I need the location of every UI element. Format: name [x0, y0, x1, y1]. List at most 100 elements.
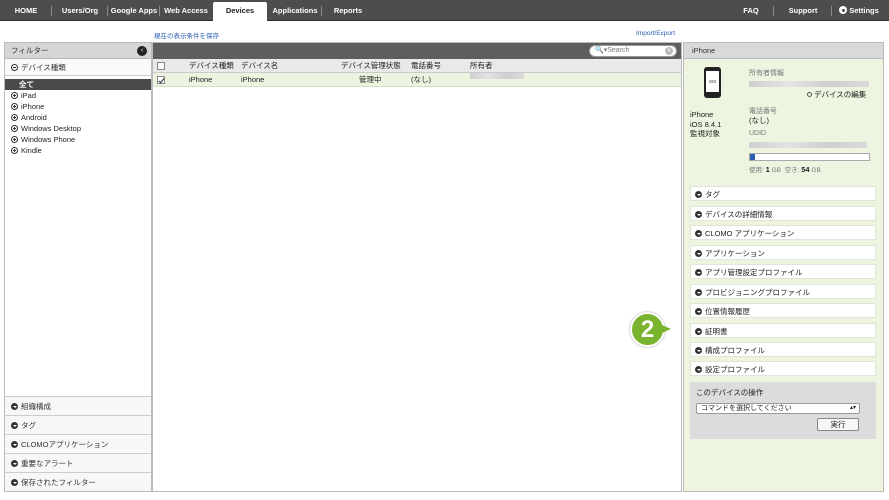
section-config-profile[interactable]: 構成プロファイル	[690, 342, 876, 357]
cell-phone-number: (なし)	[411, 75, 431, 84]
section-app-config-profile[interactable]: アプリ管理設定プロファイル	[690, 264, 876, 279]
section-label: デバイスの詳細情報	[705, 210, 773, 219]
blurred-owner	[470, 73, 524, 79]
saved-filter-section[interactable]: 保存されたフィルター	[5, 472, 151, 491]
section-tag[interactable]: タグ	[690, 186, 876, 201]
section-label: 重要なアラート	[21, 459, 74, 468]
device-type-kindle[interactable]: Kindle	[5, 145, 151, 156]
faq-link[interactable]: FAQ	[728, 0, 774, 21]
section-label: 構成プロファイル	[705, 346, 765, 355]
col-device-type[interactable]: デバイス種類	[189, 59, 234, 73]
device-type-label: Windows Phone	[21, 135, 76, 144]
tab-users-org[interactable]: Users/Org	[52, 0, 108, 21]
supervised-status: 監視対象	[690, 129, 720, 138]
top-nav: HOME Users/Org Google Apps Web Access De…	[0, 0, 889, 22]
device-type-iphone[interactable]: iPhone	[5, 101, 151, 112]
edit-device-link[interactable]: デバイスの編集	[807, 89, 866, 100]
device-type-label: Android	[21, 113, 47, 122]
section-settings-profile[interactable]: 設定プロファイル	[690, 361, 876, 376]
device-operations: このデバイスの操作 コマンドを選択してください ▴▾ 実行	[690, 382, 876, 439]
select-all-checkbox[interactable]	[157, 62, 165, 70]
chevron-down-icon	[11, 441, 18, 448]
table-row[interactable]: iPhone iPhone 管理中 (なし)	[153, 73, 681, 87]
used-value: 1	[765, 165, 770, 174]
settings-link[interactable]: Settings	[832, 0, 886, 21]
chevron-down-icon	[695, 211, 702, 218]
device-type-windows-phone[interactable]: Windows Phone	[5, 134, 151, 145]
tab-google-apps[interactable]: Google Apps	[108, 0, 160, 21]
device-type-label: iPad	[21, 91, 37, 100]
section-label: 位置情報履歴	[705, 307, 750, 316]
section-device-details[interactable]: デバイスの詳細情報	[690, 206, 876, 221]
device-type-android[interactable]: Android	[5, 112, 151, 123]
section-label: タグ	[705, 190, 720, 199]
chevron-down-icon	[11, 422, 18, 429]
import-export-link[interactable]: Import/Export	[636, 30, 675, 37]
filter-title: フィルター	[11, 46, 49, 55]
device-type-label: Kindle	[21, 146, 42, 155]
gear-icon	[839, 6, 848, 14]
section-certificates[interactable]: 証明書	[690, 323, 876, 338]
collapse-circle-icon	[11, 64, 18, 71]
filter-header: フィルター ‹	[5, 43, 151, 59]
col-phone-number[interactable]: 電話番号	[411, 59, 441, 73]
section-clomo-apps[interactable]: CLOMO アプリケーション	[690, 225, 876, 240]
command-select-value: コマンドを選択してください	[701, 405, 792, 412]
section-provisioning-profile[interactable]: プロビジョニングプロファイル	[690, 284, 876, 299]
section-label: CLOMO アプリケーション	[705, 229, 795, 238]
command-select[interactable]: コマンドを選択してください ▴▾	[696, 403, 860, 414]
storage-usage: 使用: 1 GB 空き: 54 GB	[749, 164, 821, 174]
expand-circle-icon	[11, 114, 18, 121]
used-unit: GB	[771, 167, 782, 174]
tab-reports[interactable]: Reports	[322, 0, 374, 21]
search-input[interactable]: 🔍▾Search ×	[589, 45, 677, 57]
device-type-header: デバイス種類	[21, 63, 66, 72]
section-applications[interactable]: アプリケーション	[690, 245, 876, 260]
udid-value	[749, 140, 867, 149]
alert-section[interactable]: 重要なアラート	[5, 453, 151, 472]
storage-bar-fill	[750, 154, 755, 160]
chevron-down-icon	[695, 250, 702, 257]
support-link[interactable]: Support	[774, 0, 832, 21]
edit-device-label: デバイスの編集	[814, 90, 867, 99]
chevron-down-icon	[695, 289, 702, 296]
clear-search-icon[interactable]: ×	[665, 47, 673, 55]
save-view-link[interactable]: 現在の表示条件を保存	[154, 30, 219, 40]
phone-screen-label: iOS	[706, 71, 719, 92]
expand-circle-icon	[11, 136, 18, 143]
tag-section[interactable]: タグ	[5, 415, 151, 434]
tab-home[interactable]: HOME	[0, 0, 52, 21]
owner-value	[749, 79, 869, 88]
device-type-windows-desktop[interactable]: Windows Desktop	[5, 123, 151, 134]
expand-circle-icon	[11, 103, 18, 110]
tab-web-access[interactable]: Web Access	[160, 0, 212, 21]
chevron-down-icon	[695, 328, 702, 335]
tab-devices[interactable]: Devices	[213, 2, 267, 22]
circle-icon	[807, 92, 812, 97]
device-type-all[interactable]: 全て	[5, 79, 151, 90]
section-location-history[interactable]: 位置情報履歴	[690, 303, 876, 318]
col-device-name[interactable]: デバイス名	[241, 59, 278, 73]
udid-label: UDID	[749, 130, 767, 137]
device-type-section[interactable]: デバイス種類	[5, 59, 151, 76]
device-list-toolbar: 🔍▾Search ×	[153, 43, 681, 59]
tab-applications[interactable]: Applications	[268, 0, 322, 21]
row-checkbox[interactable]	[157, 76, 165, 84]
section-label: アプリ管理設定プロファイル	[705, 268, 803, 277]
device-type-ipad[interactable]: iPad	[5, 90, 151, 101]
search-placeholder: Search	[607, 47, 630, 54]
clomo-app-section[interactable]: CLOMOアプリケーション	[5, 434, 151, 453]
col-management-status[interactable]: デバイス管理状態	[341, 59, 401, 73]
chevron-down-icon	[695, 191, 702, 198]
device-detail-panel: iPhone iOS iPhone iOS 8.4.1 監視対象 所有者情報 デ…	[683, 42, 884, 492]
chevron-down-icon	[695, 230, 702, 237]
detail-title: iPhone	[684, 43, 883, 59]
col-owner[interactable]: 所有者	[470, 59, 493, 73]
collapse-left-icon[interactable]: ‹	[137, 46, 147, 56]
org-structure-section[interactable]: 組織構成	[5, 396, 151, 415]
section-label: プロビジョニングプロファイル	[705, 288, 810, 297]
iphone-icon: iOS	[704, 67, 721, 98]
owner-label: 所有者情報	[749, 70, 784, 77]
run-button[interactable]: 実行	[817, 418, 859, 431]
section-label: CLOMOアプリケーション	[21, 440, 109, 449]
